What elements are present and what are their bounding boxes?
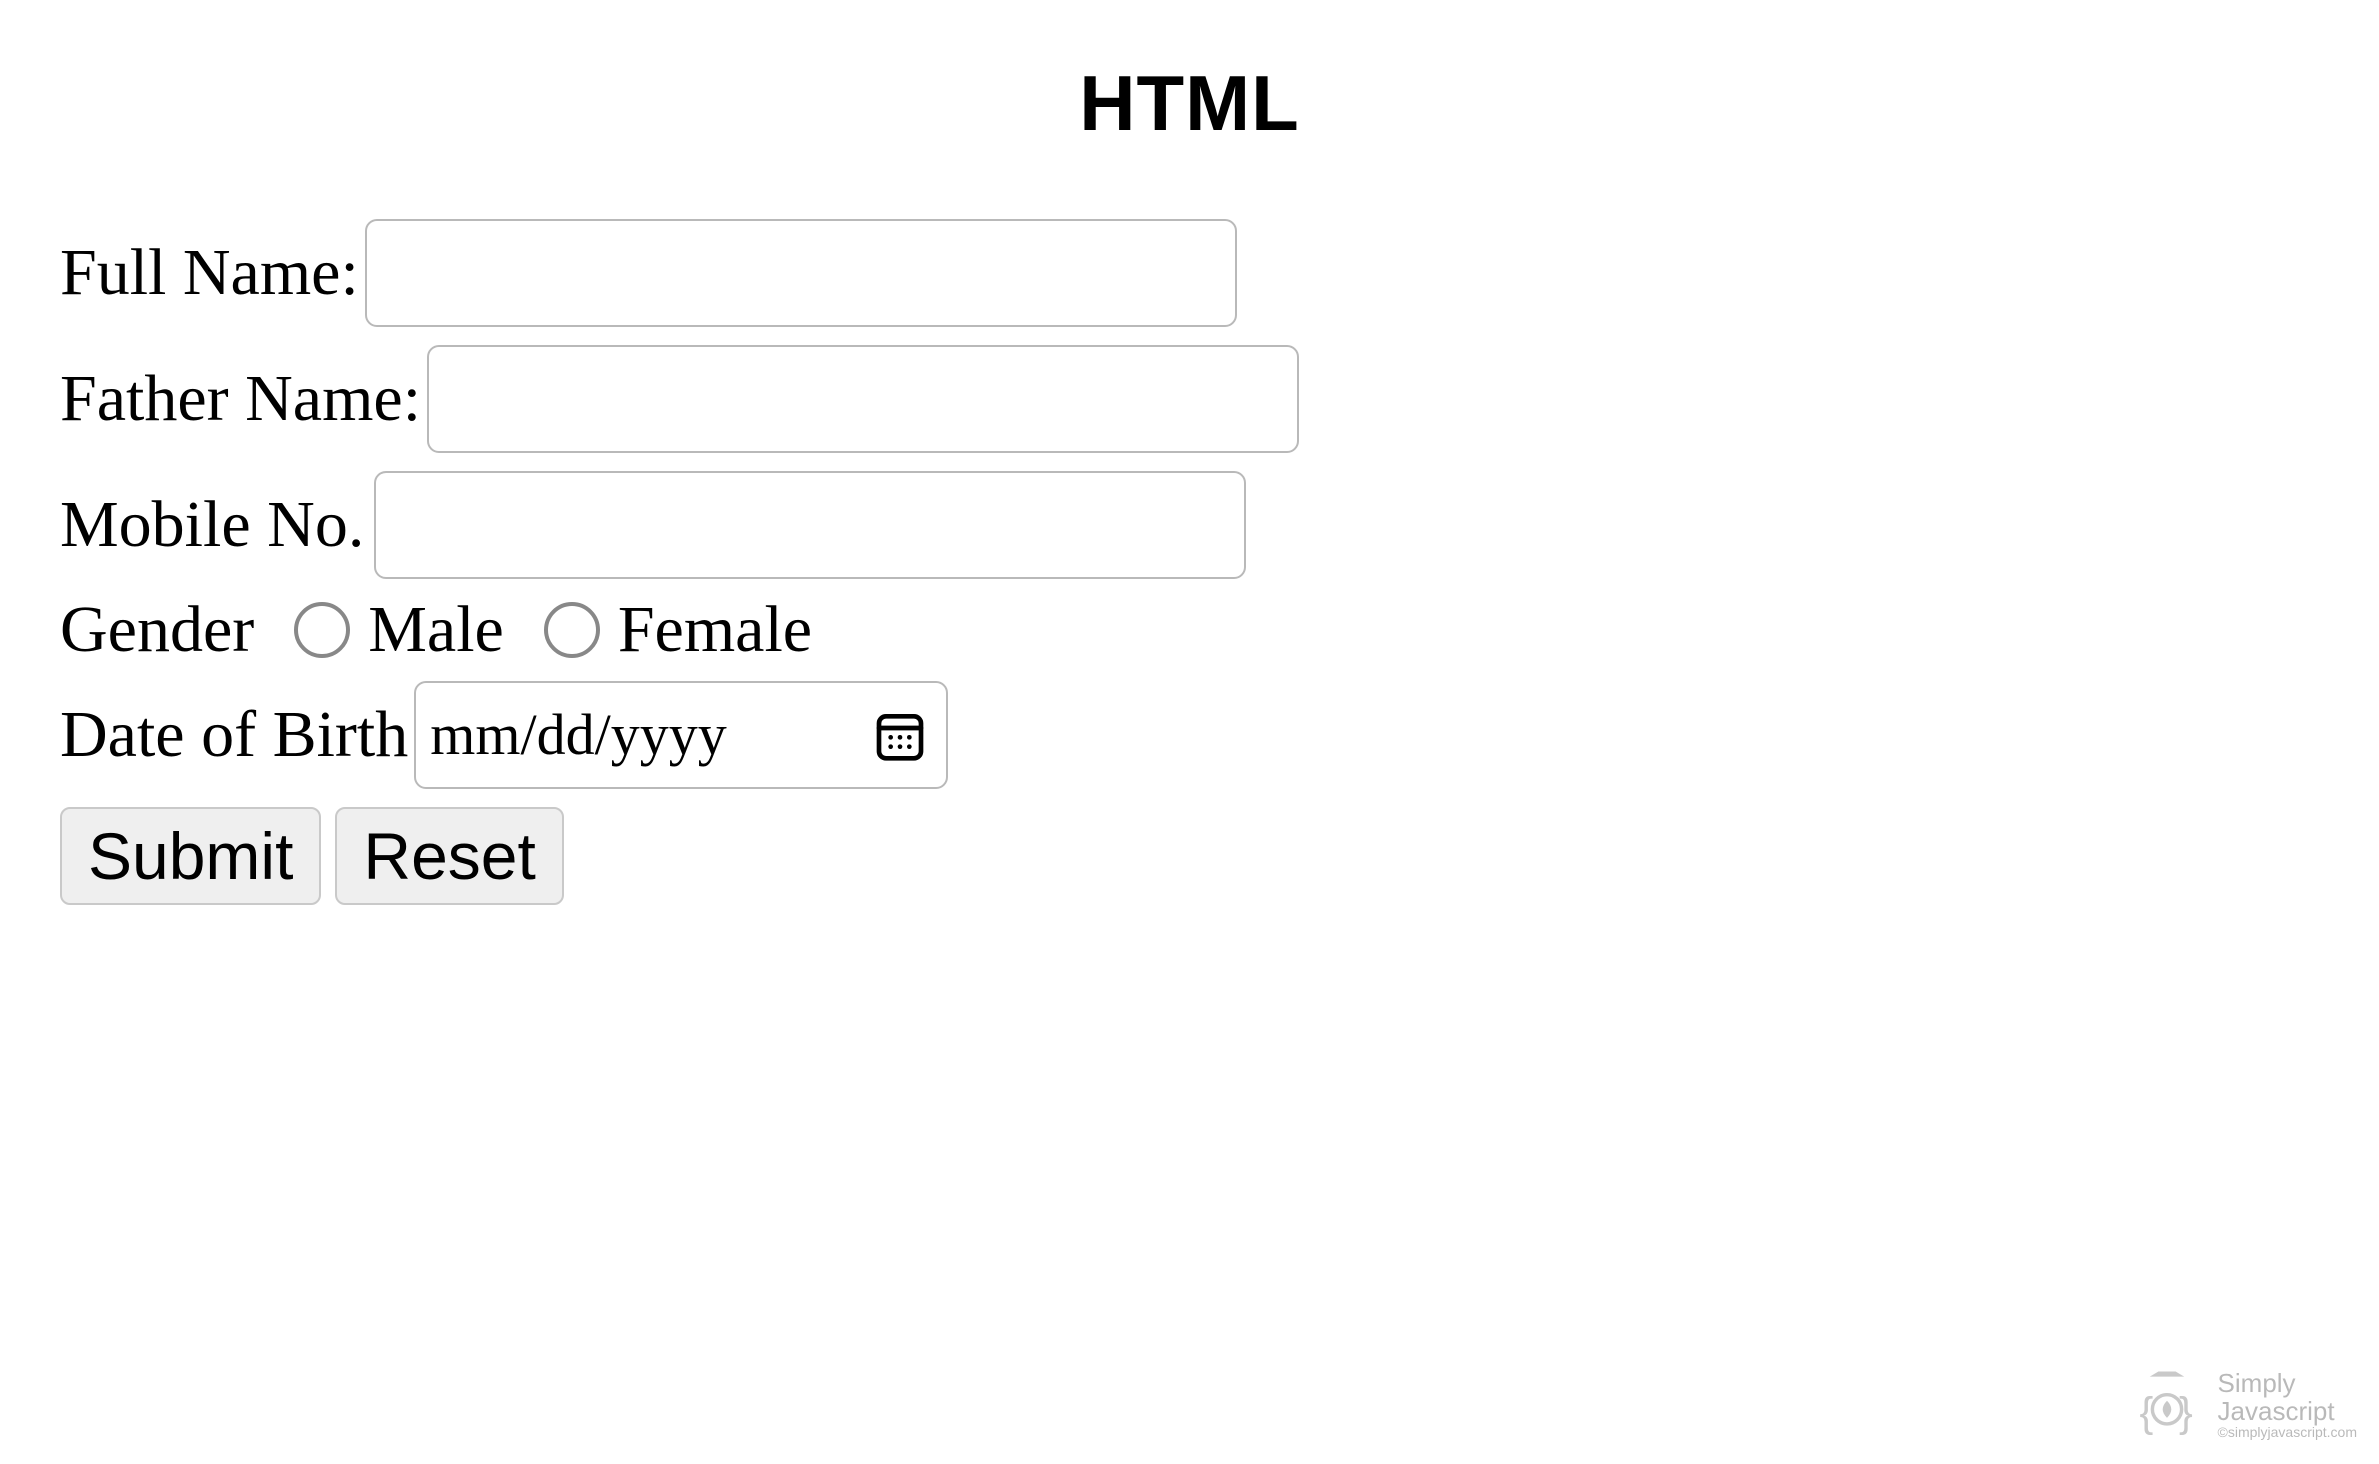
gender-female-option[interactable]: Female xyxy=(544,597,812,663)
dob-label: Date of Birth xyxy=(60,702,408,768)
watermark-line3: ©simplyjavascript.com xyxy=(2218,1425,2357,1440)
reset-button[interactable]: Reset xyxy=(335,807,563,905)
row-fathername: Father Name: xyxy=(60,345,2319,453)
row-gender: Gender Male Female xyxy=(60,597,2319,663)
watermark-text: Simply Javascript ©simplyjavascript.com xyxy=(2218,1370,2357,1439)
watermark-line2: Javascript xyxy=(2218,1398,2357,1425)
dob-placeholder: mm/dd/yyyy xyxy=(430,706,726,764)
watermark-line1: Simply xyxy=(2218,1370,2357,1397)
row-fullname: Full Name: xyxy=(60,219,2319,327)
gender-female-text: Female xyxy=(618,597,812,663)
mobile-label: Mobile No. xyxy=(60,492,364,558)
calendar-icon[interactable] xyxy=(872,707,928,763)
buttons-row: Submit Reset xyxy=(60,807,2319,905)
gender-male-radio[interactable] xyxy=(294,602,350,658)
fathername-label: Father Name: xyxy=(60,366,421,432)
gender-male-text: Male xyxy=(368,597,504,663)
fathername-input[interactable] xyxy=(427,345,1299,453)
gender-label: Gender xyxy=(60,597,254,663)
fullname-label: Full Name: xyxy=(60,240,359,306)
gender-male-option[interactable]: Male xyxy=(294,597,504,663)
fullname-input[interactable] xyxy=(365,219,1237,327)
watermark-logo-icon: { } xyxy=(2124,1368,2210,1442)
page-title: HTML xyxy=(60,58,2319,149)
row-dob: Date of Birth mm/dd/yyyy xyxy=(60,681,2319,789)
row-mobile: Mobile No. xyxy=(60,471,2319,579)
gender-female-radio[interactable] xyxy=(544,602,600,658)
watermark: { } Simply Javascript ©simplyjavascript.… xyxy=(2124,1368,2357,1442)
dob-input[interactable]: mm/dd/yyyy xyxy=(414,681,948,789)
html-form: Full Name: Father Name: Mobile No. Gende… xyxy=(60,219,2319,905)
mobile-input[interactable] xyxy=(374,471,1246,579)
submit-button[interactable]: Submit xyxy=(60,807,321,905)
